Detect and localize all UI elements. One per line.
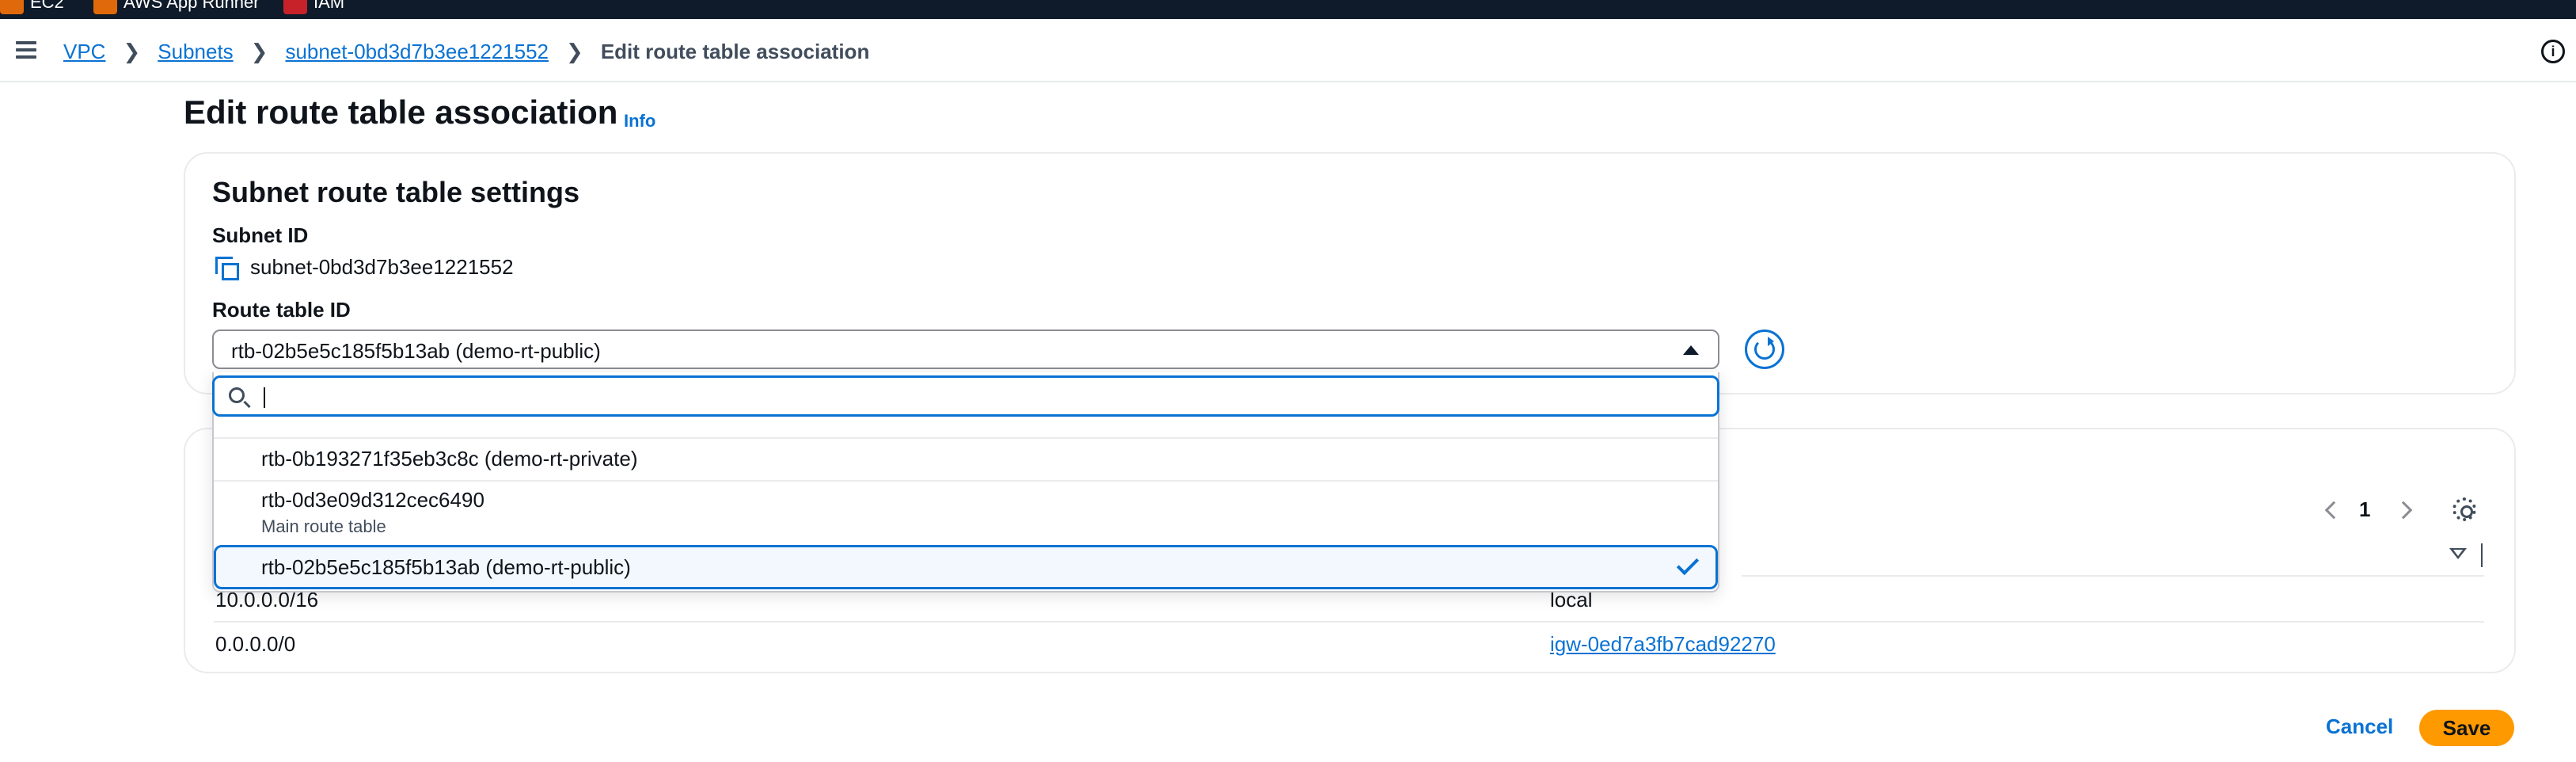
info-icon[interactable]: i [2541, 40, 2565, 63]
bookmarks-bar: EC2 AWS App Runner IAM [0, 0, 2576, 19]
option-label: rtb-0d3e09d312cec6490 [261, 488, 484, 512]
breadcrumb-subnets[interactable]: Subnets [158, 40, 233, 64]
info-link[interactable]: Info [624, 111, 655, 131]
option-divider [214, 480, 1718, 482]
breadcrumb-current: Edit route table association [600, 39, 870, 63]
column-divider [2481, 543, 2483, 567]
app-runner-icon [93, 0, 117, 14]
dropdown-search[interactable] [212, 375, 1719, 417]
option-description: Main route table [261, 516, 386, 536]
route-table-option[interactable]: rtb-0b193271f35eb3c8c (demo-rt-private) [214, 440, 1718, 480]
route-destination: 0.0.0.0/0 [215, 632, 296, 656]
page-number[interactable]: 1 [2359, 497, 2370, 522]
navigation-bar: VPC ❯ Subnets ❯ subnet-0bd3d7b3ee1221552… [0, 19, 2576, 82]
option-label: rtb-0b193271f35eb3c8c (demo-rt-private) [261, 447, 638, 471]
bookmark-label: AWS App Runner [123, 0, 260, 12]
route-table-id-label: Route table ID [212, 298, 351, 322]
subnet-id-label: Subnet ID [212, 223, 309, 247]
iam-icon [283, 0, 307, 14]
chevron-right-icon: ❯ [566, 39, 583, 63]
ec2-icon [0, 0, 24, 14]
breadcrumb-vpc[interactable]: VPC [63, 40, 105, 64]
breadcrumb: VPC ❯ Subnets ❯ subnet-0bd3d7b3ee1221552… [63, 38, 869, 65]
save-button[interactable]: Save [2419, 710, 2514, 746]
settings-gear-icon[interactable] [2453, 497, 2476, 521]
chevron-right-icon: ❯ [123, 39, 141, 63]
menu-icon[interactable] [16, 41, 36, 59]
bookmark-iam[interactable]: IAM [283, 0, 344, 14]
checkmark-icon [1676, 552, 1700, 576]
subnet-id-value: subnet-0bd3d7b3ee1221552 [250, 255, 514, 279]
option-label: rtb-02b5e5c185f5b13ab (demo-rt-public) [261, 555, 631, 579]
row-divider [214, 621, 2484, 623]
header-divider [1742, 575, 2484, 577]
search-icon [229, 387, 245, 403]
bookmark-ec2[interactable]: EC2 [0, 0, 64, 14]
section-title: Subnet route table settings [212, 176, 580, 208]
bookmark-label: EC2 [30, 0, 64, 12]
route-table-option[interactable]: rtb-0d3e09d312cec6490 Main route table [214, 483, 1718, 542]
bookmark-app-runner[interactable]: AWS App Runner [93, 0, 260, 14]
chevron-right-icon: ❯ [250, 39, 268, 63]
route-table-selected-value: rtb-02b5e5c185f5b13ab (demo-rt-public) [231, 339, 601, 363]
search-input[interactable] [262, 384, 1703, 410]
route-table-select[interactable]: rtb-02b5e5c185f5b13ab (demo-rt-public) [212, 330, 1719, 369]
sort-icon[interactable] [2449, 548, 2467, 559]
cancel-button[interactable]: Cancel [2326, 714, 2393, 739]
route-table-option-selected[interactable]: rtb-02b5e5c185f5b13ab (demo-rt-public) [214, 545, 1718, 589]
option-divider [214, 437, 1718, 439]
breadcrumb-subnet-id[interactable]: subnet-0bd3d7b3ee1221552 [285, 40, 549, 64]
bookmark-label: IAM [313, 0, 345, 12]
page-title: Edit route table association [184, 93, 618, 131]
refresh-button[interactable] [1745, 330, 1784, 369]
caret-up-icon [1683, 345, 1699, 355]
copy-icon[interactable] [215, 257, 241, 282]
route-target-link[interactable]: igw-0ed7a3fb7cad92270 [1550, 632, 1776, 657]
